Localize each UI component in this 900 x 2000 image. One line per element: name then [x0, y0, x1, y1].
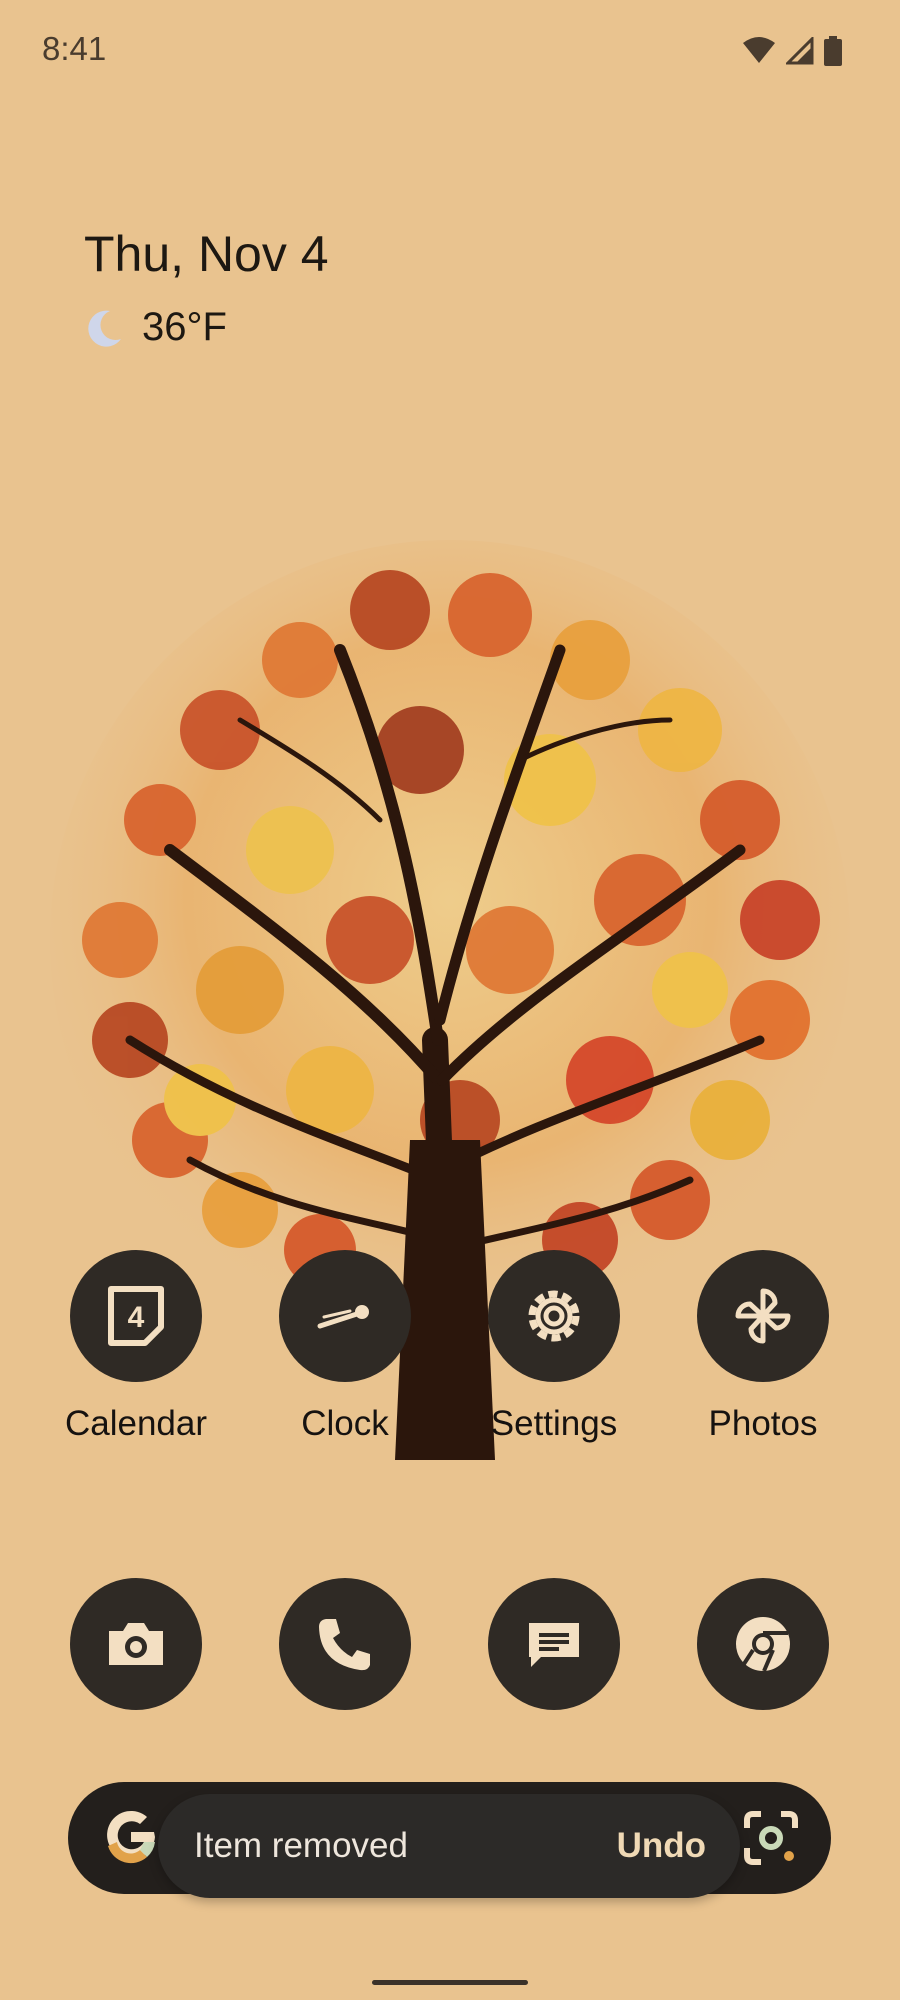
- undo-button[interactable]: Undo: [617, 1826, 706, 1866]
- battery-icon: [824, 36, 842, 66]
- clock-icon[interactable]: [279, 1250, 411, 1382]
- app-calendar[interactable]: 4 Calendar: [56, 1250, 216, 1444]
- camera-icon[interactable]: [70, 1578, 202, 1710]
- wifi-icon: [743, 37, 775, 63]
- status-bar: 8:41: [0, 0, 900, 100]
- status-icons: [742, 36, 842, 66]
- glance-weather[interactable]: 36°F: [84, 305, 329, 350]
- google-g-icon[interactable]: [100, 1806, 162, 1868]
- snackbar: Item removed Undo: [158, 1794, 740, 1898]
- glance-temperature: 36°F: [142, 305, 227, 349]
- pinwheel-icon[interactable]: [697, 1250, 829, 1382]
- gear-icon[interactable]: [488, 1250, 620, 1382]
- app-label: Clock: [301, 1404, 389, 1443]
- snackbar-message: Item removed: [194, 1826, 408, 1865]
- app-clock[interactable]: Clock: [265, 1250, 425, 1444]
- glance-date[interactable]: Thu, Nov 4: [84, 225, 329, 283]
- app-label: Settings: [490, 1404, 618, 1443]
- at-a-glance[interactable]: Thu, Nov 4 36°F: [84, 225, 329, 350]
- phone-icon[interactable]: [279, 1578, 411, 1710]
- app-label: Calendar: [64, 1404, 208, 1443]
- app-photos[interactable]: Photos: [683, 1250, 843, 1444]
- calendar-icon[interactable]: 4: [70, 1250, 202, 1382]
- messages-icon[interactable]: [488, 1578, 620, 1710]
- moon-icon: [88, 310, 121, 347]
- signal-icon: [786, 37, 814, 65]
- dock-camera[interactable]: [56, 1578, 216, 1710]
- chrome-icon[interactable]: [697, 1578, 829, 1710]
- dock-phone[interactable]: [265, 1578, 425, 1710]
- app-label: Photos: [708, 1404, 818, 1443]
- app-settings[interactable]: Settings: [474, 1250, 634, 1444]
- calendar-badge: 4: [128, 1301, 145, 1334]
- status-time: 8:41: [42, 30, 107, 67]
- lens-icon[interactable]: [741, 1808, 801, 1868]
- dock-chrome[interactable]: [683, 1578, 843, 1710]
- gesture-nav-handle[interactable]: [372, 1980, 528, 1985]
- dock-messages[interactable]: [474, 1578, 634, 1710]
